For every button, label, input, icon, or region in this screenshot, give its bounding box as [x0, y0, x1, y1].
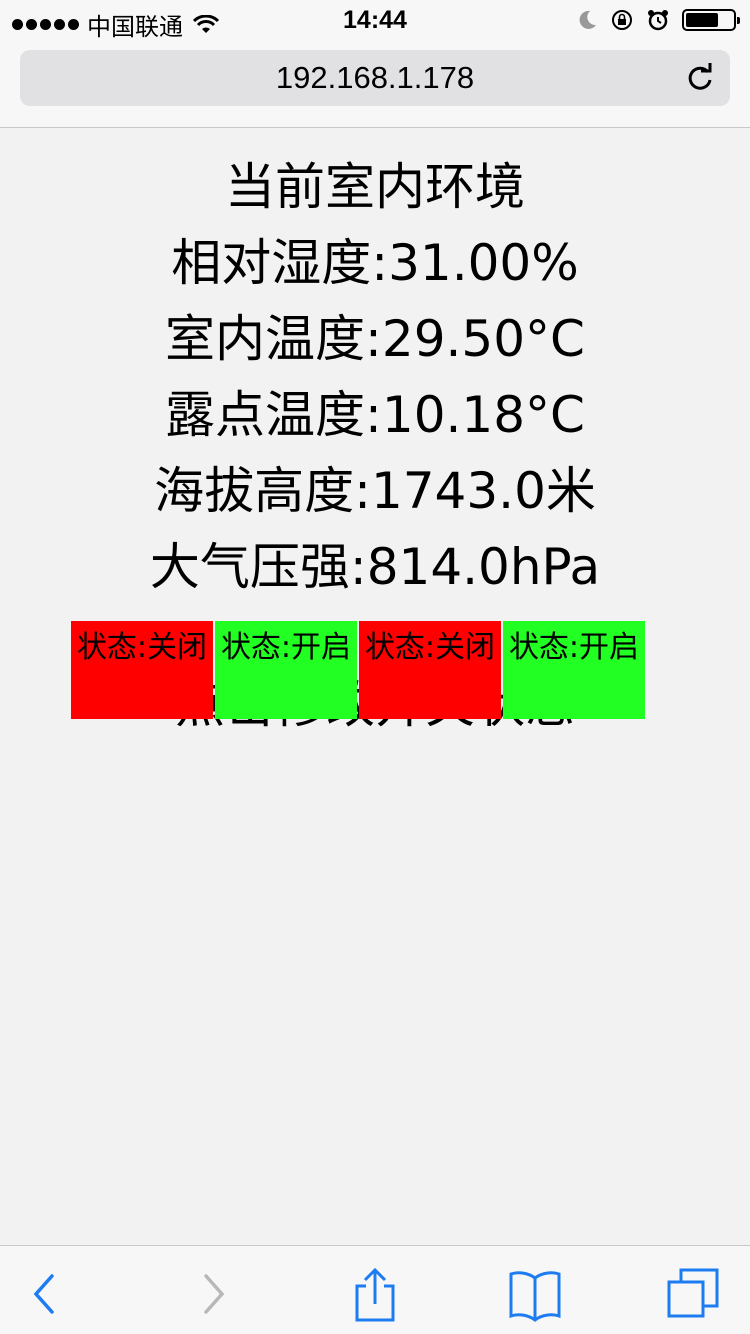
switch-row: 状态:关闭 状态:开启 状态:关闭 状态:开启 [71, 621, 645, 719]
indoor-temperature-reading: 室内温度:29.50°C [165, 310, 585, 368]
browser-toolbar [0, 1245, 750, 1334]
switch-4-button[interactable]: 状态:开启 [503, 621, 645, 719]
orientation-lock-icon [612, 10, 632, 30]
switch-2-button[interactable]: 状态:开启 [215, 621, 357, 719]
reload-icon[interactable] [684, 62, 716, 94]
tabs-icon[interactable] [665, 1266, 721, 1322]
pressure-reading: 大气压强:814.0hPa [149, 538, 601, 596]
address-bar-area: 192.168.1.178 [0, 40, 750, 128]
status-bar: 中国联通 14:44 [0, 0, 750, 41]
address-bar[interactable]: 192.168.1.178 [20, 50, 730, 106]
switch-3-button[interactable]: 状态:关闭 [359, 621, 501, 719]
bookmarks-icon[interactable] [507, 1266, 563, 1322]
switch-4-label: 状态:开启 [508, 630, 640, 665]
environment-title: 当前室内环境 [225, 158, 525, 216]
dew-point-reading: 露点温度:10.18°C [165, 386, 585, 444]
switch-1-label: 状态:关闭 [76, 630, 208, 665]
switch-1-button[interactable]: 状态:关闭 [71, 621, 213, 719]
humidity-reading: 相对湿度:31.00% [171, 234, 579, 292]
forward-icon[interactable] [184, 1266, 240, 1322]
moon-icon [579, 10, 596, 29]
share-icon[interactable] [347, 1266, 403, 1322]
battery-icon [682, 9, 740, 31]
switch-2-label: 状态:开启 [220, 630, 352, 665]
status-right [578, 8, 740, 32]
url-text[interactable]: 192.168.1.178 [276, 60, 474, 96]
back-icon[interactable] [18, 1266, 74, 1322]
alarm-icon [648, 10, 668, 31]
switch-3-label: 状态:关闭 [364, 630, 496, 665]
altitude-reading: 海拔高度:1743.0米 [154, 462, 596, 520]
phone-screen: 中国联通 14:44 192.168.1.178 当前室内环境 相对湿度:31.… [0, 0, 750, 1334]
